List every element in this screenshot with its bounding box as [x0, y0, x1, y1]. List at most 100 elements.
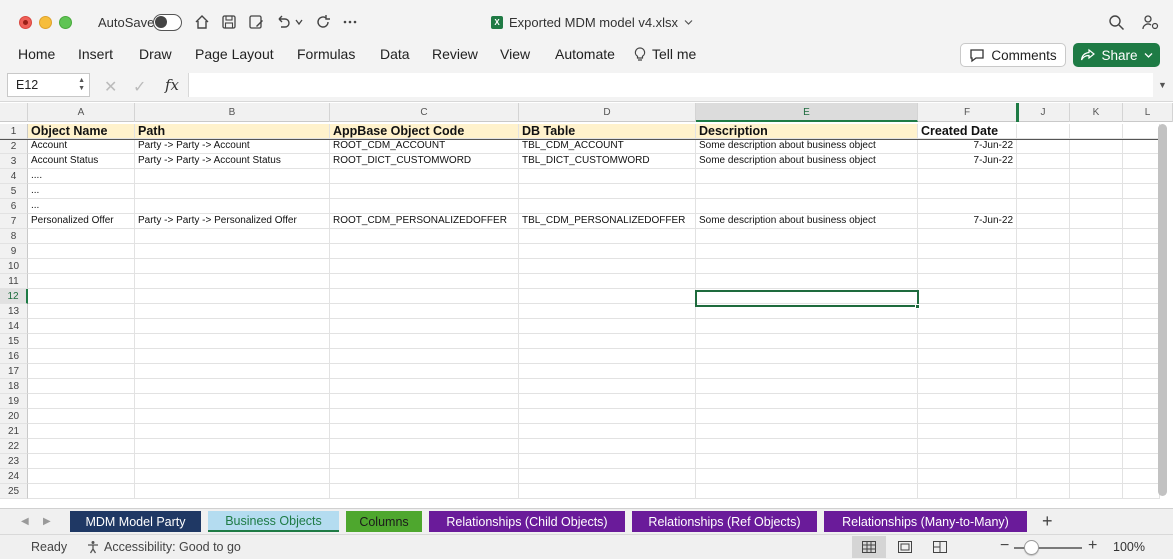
cell[interactable] [519, 334, 696, 349]
row-header[interactable]: 25 [0, 484, 28, 499]
row-header[interactable]: 14 [0, 319, 28, 334]
cell[interactable] [28, 454, 135, 469]
cell[interactable] [918, 364, 1017, 379]
cell[interactable]: Object Name [28, 124, 135, 139]
cell[interactable] [918, 274, 1017, 289]
cell[interactable] [1070, 274, 1123, 289]
cell[interactable] [519, 409, 696, 424]
cell[interactable] [1017, 169, 1070, 184]
row-header[interactable]: 8 [0, 229, 28, 244]
cell[interactable] [28, 274, 135, 289]
tell-me-search[interactable]: Tell me [634, 46, 696, 62]
row-header[interactable]: 4 [0, 169, 28, 184]
row-header[interactable]: 2 [0, 139, 28, 154]
cell[interactable] [1123, 274, 1160, 289]
cell[interactable] [1123, 319, 1160, 334]
cell[interactable] [696, 199, 918, 214]
cell[interactable] [28, 244, 135, 259]
search-icon[interactable] [1106, 12, 1126, 32]
cell[interactable] [918, 409, 1017, 424]
zoom-in-button[interactable]: + [1088, 537, 1097, 555]
cell[interactable] [1017, 454, 1070, 469]
tab-home[interactable]: Home [18, 46, 55, 62]
normal-view-button[interactable] [852, 536, 886, 558]
sheet-tab-relationships-many[interactable]: Relationships (Many-to-Many) [824, 511, 1027, 532]
cell[interactable]: 7-Jun-22 [918, 139, 1017, 154]
tab-review[interactable]: Review [432, 46, 478, 62]
cell[interactable] [330, 439, 519, 454]
cell[interactable] [1070, 184, 1123, 199]
cell[interactable] [135, 454, 330, 469]
undo-icon[interactable] [273, 12, 293, 32]
cell[interactable]: Some description about business object [696, 214, 918, 229]
cell[interactable] [1070, 484, 1123, 499]
cell[interactable] [918, 259, 1017, 274]
cell[interactable] [1017, 469, 1070, 484]
cell[interactable] [696, 184, 918, 199]
column-header[interactable]: J [1017, 103, 1070, 122]
cell[interactable] [28, 394, 135, 409]
sheet-tab-relationships-child[interactable]: Relationships (Child Objects) [429, 511, 625, 532]
cell[interactable] [28, 229, 135, 244]
selected-cell-E12[interactable] [695, 290, 919, 307]
cell[interactable] [1123, 184, 1160, 199]
cell[interactable] [696, 484, 918, 499]
cell[interactable] [1017, 484, 1070, 499]
cell[interactable] [135, 484, 330, 499]
cell[interactable] [1017, 214, 1070, 229]
cancel-entry-icon[interactable]: ✕ [104, 77, 117, 97]
cell[interactable] [1017, 289, 1070, 304]
select-all-corner[interactable] [0, 103, 28, 122]
column-header[interactable]: B [135, 103, 330, 122]
cell[interactable] [330, 259, 519, 274]
cell[interactable] [918, 169, 1017, 184]
autosave-toggle[interactable] [153, 14, 182, 31]
cell[interactable]: ROOT_DICT_CUSTOMWORD [330, 154, 519, 169]
cell[interactable]: TBL_DICT_CUSTOMWORD [519, 154, 696, 169]
confirm-entry-icon[interactable]: ✓ [133, 77, 146, 97]
cell[interactable] [330, 319, 519, 334]
cell[interactable] [519, 274, 696, 289]
cell[interactable] [28, 319, 135, 334]
cell[interactable]: Created Date [918, 124, 1017, 139]
cell[interactable] [1070, 409, 1123, 424]
cell[interactable] [1070, 139, 1123, 154]
cell[interactable] [1017, 319, 1070, 334]
cell[interactable] [918, 289, 1017, 304]
column-header[interactable]: K [1070, 103, 1123, 122]
cell[interactable] [519, 484, 696, 499]
prev-sheet-arrow-icon[interactable]: ◀ [21, 516, 29, 527]
cell[interactable] [28, 469, 135, 484]
cell[interactable] [28, 409, 135, 424]
cell[interactable] [1123, 154, 1160, 169]
cell[interactable]: Party -> Party -> Account Status [135, 154, 330, 169]
cell[interactable] [1123, 484, 1160, 499]
cell[interactable] [28, 349, 135, 364]
save-as-icon[interactable] [246, 12, 266, 32]
home-icon[interactable] [192, 12, 212, 32]
cell[interactable] [918, 469, 1017, 484]
cell[interactable] [330, 244, 519, 259]
row-header[interactable]: 17 [0, 364, 28, 379]
cell[interactable] [918, 319, 1017, 334]
cell[interactable] [1070, 394, 1123, 409]
cell[interactable]: Description [696, 124, 918, 139]
cell[interactable]: AppBase Object Code [330, 124, 519, 139]
cell[interactable] [1123, 394, 1160, 409]
cell[interactable] [696, 259, 918, 274]
cell[interactable] [330, 289, 519, 304]
row-header[interactable]: 10 [0, 259, 28, 274]
row-header[interactable]: 12 [0, 289, 28, 304]
cell[interactable] [1123, 334, 1160, 349]
cell[interactable] [330, 229, 519, 244]
cell[interactable] [1070, 154, 1123, 169]
cell[interactable] [519, 319, 696, 334]
cell[interactable] [135, 169, 330, 184]
cell[interactable] [1017, 154, 1070, 169]
cell[interactable]: .... [28, 169, 135, 184]
cell[interactable]: TBL_CDM_ACCOUNT [519, 139, 696, 154]
row-header[interactable]: 3 [0, 154, 28, 169]
cell[interactable] [330, 484, 519, 499]
cell[interactable] [519, 244, 696, 259]
cell[interactable] [918, 229, 1017, 244]
